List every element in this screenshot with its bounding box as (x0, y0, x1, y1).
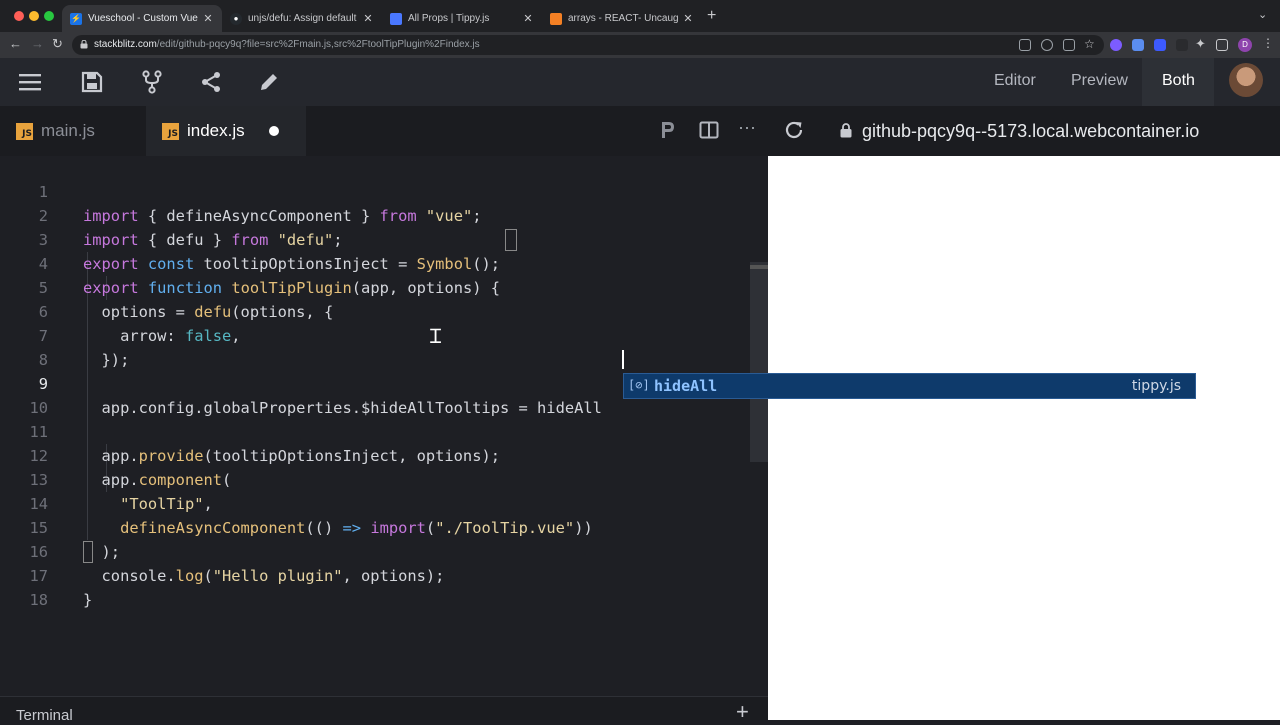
bracket-match-highlight (505, 229, 517, 251)
add-terminal-button[interactable]: + (736, 699, 749, 725)
side-panel-icon[interactable] (1216, 39, 1228, 51)
browser-tab-vueschool[interactable]: ⚡ Vueschool - Custom Vue Js 3 I ✕ (62, 5, 222, 32)
code-line-current: 9 app.config.globalProperties.$hideAllTo… (38, 375, 602, 417)
code-line: 11 app.provide(tooltipOptionsInject, opt… (29, 423, 500, 465)
preview-url[interactable]: github-pqcy9q--5173.local.webcontainer.i… (862, 121, 1199, 142)
prettier-format-icon[interactable] (660, 120, 676, 145)
text-cursor (622, 350, 624, 369)
code-line: 6 arrow: false, (38, 303, 241, 345)
code-line: 7 }); (38, 327, 130, 369)
share-icon[interactable] (197, 68, 225, 96)
extension-icon[interactable] (1176, 39, 1188, 51)
terminal-panel[interactable]: Terminal + (0, 696, 768, 724)
new-tab-button[interactable]: + (707, 7, 716, 25)
code-line: 17 } (29, 567, 93, 609)
unsaved-dot-icon (268, 126, 279, 136)
code-editor[interactable]: 1 import { defineAsyncComponent } from "… (0, 156, 768, 696)
close-tab-icon[interactable]: ✕ (522, 12, 534, 25)
share-icon[interactable] (1063, 39, 1075, 51)
code-line: 2 import { defu } from "defu"; (38, 207, 343, 249)
code-line: 16 console.log("Hello plugin", options); (29, 543, 445, 585)
autocomplete-suggestion[interactable]: [⊘] hideAll tippy.js (623, 373, 1196, 399)
menu-kebab-icon[interactable]: ⋮ (1262, 36, 1274, 50)
close-tab-icon[interactable]: ✕ (362, 12, 374, 25)
code-line: 5 options = defu(options, { (38, 279, 334, 321)
fork-icon[interactable] (138, 68, 166, 96)
code-line: 1 import { defineAsyncComponent } from "… (38, 183, 482, 225)
tippy-favicon-icon (390, 12, 402, 25)
url-field[interactable]: stackblitz.com/edit/github-pqcy9q?file=s… (72, 35, 1104, 55)
variable-symbol-icon: [⊘] (628, 378, 650, 392)
browser-tab-stackoverflow[interactable]: arrays - REACT- Uncaught Typ ✕ (542, 5, 702, 32)
code-line: 18 (29, 591, 48, 609)
browser-tab-bar: ⚡ Vueschool - Custom Vue Js 3 I ✕ ● unjs… (0, 0, 1280, 32)
close-window-button[interactable] (14, 11, 24, 21)
code-line: 3 export const tooltipOptionsInject = Sy… (38, 231, 501, 273)
code-line: 4 export function toolTipPlugin(app, opt… (38, 255, 501, 297)
tab-search-chevron-icon[interactable]: ⌄ (1258, 8, 1267, 21)
address-bar-row: ← → ↻ stackblitz.com/edit/github-pqcy9q?… (0, 32, 1280, 58)
bracket-match-highlight (83, 541, 93, 563)
save-icon[interactable] (78, 68, 106, 96)
js-file-icon: JS (162, 122, 179, 140)
reload-icon[interactable]: ↻ (52, 36, 63, 52)
suggestion-label: hideAll (654, 377, 718, 395)
github-icon: ● (230, 12, 242, 25)
stackblitz-header: Editor Preview Both (0, 58, 1280, 106)
split-editor-icon[interactable] (699, 120, 719, 145)
code-line: 12 app.component( (29, 447, 232, 489)
preview-pane[interactable] (768, 156, 1280, 720)
browser-tab-tippy[interactable]: All Props | Tippy.js ✕ (382, 5, 542, 32)
extension-icon[interactable] (1132, 39, 1144, 51)
lock-icon (80, 40, 88, 49)
code-line: 15 ); (29, 519, 121, 561)
hamburger-menu-icon[interactable] (16, 68, 44, 96)
bookmark-star-icon[interactable]: ☆ (1084, 37, 1095, 51)
edit-pencil-icon[interactable] (255, 68, 283, 96)
tab-main-js[interactable]: JS main.js (0, 106, 146, 156)
extensions-puzzle-icon[interactable]: ✦ (1195, 36, 1206, 52)
profile-avatar[interactable]: D (1238, 38, 1252, 52)
more-options-icon[interactable]: ⋯ (738, 118, 756, 139)
mouse-ibeam-cursor-icon: Ɪ (430, 324, 442, 348)
lock-icon (840, 123, 852, 143)
vueschool-favicon-icon: ⚡ (70, 12, 82, 25)
zoom-icon[interactable] (1041, 39, 1053, 51)
install-app-icon[interactable] (1019, 39, 1031, 51)
extension-icon[interactable] (1110, 39, 1122, 51)
close-tab-icon[interactable]: ✕ (682, 12, 694, 25)
extension-icon[interactable] (1154, 39, 1166, 51)
code-line: 8 (38, 351, 48, 369)
zoom-window-button[interactable] (44, 11, 54, 21)
both-view-button[interactable]: Both (1162, 72, 1195, 90)
code-line: 14 defineAsyncComponent(() => import("./… (29, 495, 593, 537)
editor-scrollbar-thumb[interactable] (750, 262, 768, 462)
minimize-window-button[interactable] (29, 11, 39, 21)
user-avatar[interactable] (1229, 63, 1263, 97)
preview-view-button[interactable]: Preview (1071, 72, 1128, 90)
code-line: 13 "ToolTip", (29, 471, 213, 513)
refresh-preview-icon[interactable] (783, 119, 805, 146)
editor-view-button[interactable]: Editor (994, 72, 1036, 90)
scrollbar-cursor-marker (750, 265, 768, 269)
terminal-tab[interactable]: Terminal (16, 707, 73, 724)
tab-index-js[interactable]: JS index.js (146, 106, 306, 156)
browser-tab-defu[interactable]: ● unjs/defu: Assign default prope ✕ (222, 5, 382, 32)
stackoverflow-icon (550, 12, 562, 25)
back-icon[interactable]: ← (9, 36, 22, 51)
editor-tab-bar: JS main.js JS index.js ⋯ (0, 106, 768, 156)
forward-icon[interactable]: → (31, 36, 44, 51)
suggestion-source: tippy.js (1131, 378, 1181, 394)
close-tab-icon[interactable]: ✕ (202, 12, 214, 25)
url-text: stackblitz.com/edit/github-pqcy9q?file=s… (94, 39, 480, 50)
js-file-icon: JS (16, 122, 33, 140)
